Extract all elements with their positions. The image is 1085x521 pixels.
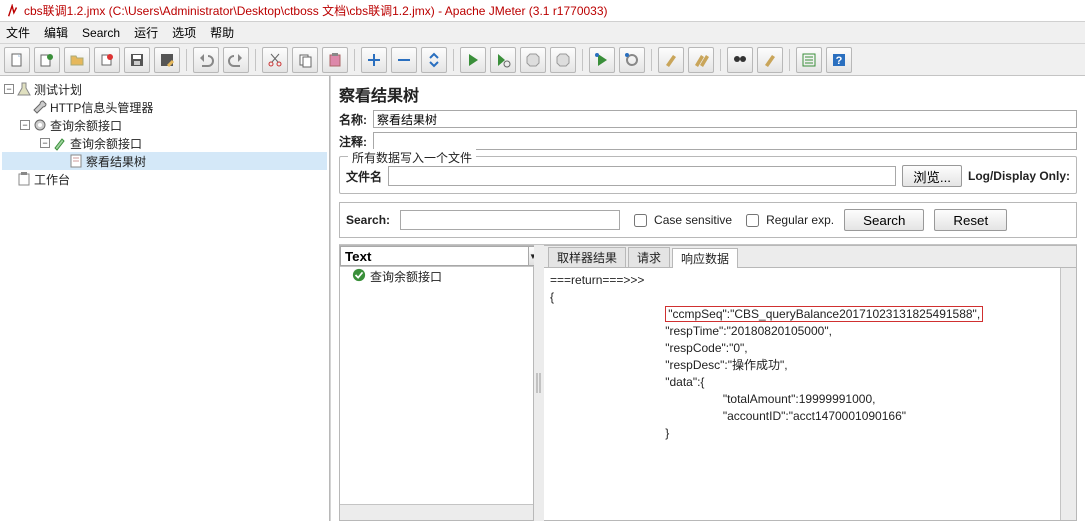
toggle-icon[interactable]: − <box>4 84 14 94</box>
renderer-combo[interactable]: ▼ <box>340 246 533 267</box>
clipboard-icon <box>16 171 32 187</box>
tree-label: 查询余额接口 <box>70 135 142 152</box>
menu-file[interactable]: 文件 <box>6 24 30 41</box>
comment-input[interactable] <box>373 132 1077 150</box>
tree-workbench[interactable]: 工作台 <box>2 170 327 188</box>
help-icon[interactable]: ? <box>826 47 852 73</box>
file-legend: 所有数据写入一个文件 <box>348 149 476 166</box>
clear-icon[interactable] <box>658 47 684 73</box>
paste-icon[interactable] <box>322 47 348 73</box>
regex-checkbox[interactable]: Regular exp. <box>742 211 834 230</box>
search-label: Search: <box>346 213 390 227</box>
tree-label: 查询余额接口 <box>50 117 122 134</box>
panel-title: 察看结果树 <box>331 76 1085 108</box>
search-bar: Search: Case sensitive Regular exp. Sear… <box>339 202 1077 238</box>
response-tabs: 取样器结果 请求 响应数据 <box>544 246 1076 268</box>
toggle-icon[interactable]: − <box>20 120 30 130</box>
svg-text:?: ? <box>836 55 843 67</box>
save-as-icon[interactable] <box>154 47 180 73</box>
stop-icon[interactable] <box>520 47 546 73</box>
logdisplay-label: Log/Display Only: <box>968 169 1070 183</box>
reset-search-icon[interactable] <box>757 47 783 73</box>
save-icon[interactable] <box>124 47 150 73</box>
tree-label: 工作台 <box>34 171 70 188</box>
close-icon[interactable] <box>94 47 120 73</box>
filename-label: 文件名 <box>346 168 382 185</box>
gear-icon <box>32 117 48 133</box>
tree-controller[interactable]: − 查询余额接口 <box>2 116 327 134</box>
menu-options[interactable]: 选项 <box>172 24 196 41</box>
redo-icon[interactable] <box>223 47 249 73</box>
browse-button[interactable]: 浏览... <box>902 165 962 187</box>
start-icon[interactable] <box>460 47 486 73</box>
shutdown-icon[interactable] <box>550 47 576 73</box>
app-icon <box>6 4 20 18</box>
tree-header-manager[interactable]: HTTP信息头管理器 <box>2 98 327 116</box>
tab-sampler-result[interactable]: 取样器结果 <box>548 247 626 267</box>
tree-label: 察看结果树 <box>86 153 146 170</box>
copy-icon[interactable] <box>292 47 318 73</box>
collapse-icon[interactable] <box>391 47 417 73</box>
result-label: 查询余额接口 <box>370 268 442 285</box>
templates-icon[interactable] <box>34 47 60 73</box>
response-body[interactable]: ===return===>>> { "ccmpSeq":"CBS_queryBa… <box>544 268 1060 520</box>
filename-input[interactable] <box>388 166 896 186</box>
split-handle[interactable] <box>534 245 544 521</box>
menubar: 文件 编辑 Search 运行 选项 帮助 <box>0 22 1085 44</box>
file-output-group: 所有数据写入一个文件 文件名 浏览... Log/Display Only: <box>339 156 1077 194</box>
name-input[interactable] <box>373 110 1077 128</box>
open-icon[interactable] <box>64 47 90 73</box>
name-label: 名称: <box>339 111 373 128</box>
search-button[interactable]: Search <box>844 209 924 231</box>
toggle-icon[interactable] <box>421 47 447 73</box>
case-sensitive-checkbox[interactable]: Case sensitive <box>630 211 732 230</box>
test-plan-tree[interactable]: − 测试计划 HTTP信息头管理器 − 查询余额接口 − 查询余额接口 察看结果… <box>0 76 330 521</box>
scrollbar-vertical[interactable] <box>1060 268 1076 520</box>
search-input[interactable] <box>400 210 620 230</box>
result-item[interactable]: 查询余额接口 <box>340 267 533 285</box>
window-title: cbs联调1.2.jmx (C:\Users\Administrator\Des… <box>24 2 608 19</box>
success-icon <box>352 268 366 285</box>
expand-icon[interactable] <box>361 47 387 73</box>
toolbar: ? <box>0 44 1085 76</box>
menu-help[interactable]: 帮助 <box>210 24 234 41</box>
pipette-icon <box>52 135 68 151</box>
search-tree-icon[interactable] <box>727 47 753 73</box>
menu-edit[interactable]: 编辑 <box>44 24 68 41</box>
comment-label: 注释: <box>339 133 373 150</box>
new-icon[interactable] <box>4 47 30 73</box>
tree-listener[interactable]: 察看结果树 <box>2 152 327 170</box>
case-label: Case sensitive <box>654 213 732 227</box>
tree-sampler[interactable]: − 查询余额接口 <box>2 134 327 152</box>
tree-label: HTTP信息头管理器 <box>50 99 153 116</box>
highlight-box: "ccmpSeq":"CBS_queryBalance2017102313182… <box>665 306 983 322</box>
page-icon <box>68 153 84 169</box>
undo-icon[interactable] <box>193 47 219 73</box>
scrollbar-horizontal[interactable] <box>340 504 533 520</box>
function-helper-icon[interactable] <box>796 47 822 73</box>
clear-all-icon[interactable] <box>688 47 714 73</box>
remote-stop-icon[interactable] <box>619 47 645 73</box>
tree-test-plan[interactable]: − 测试计划 <box>2 80 327 98</box>
tab-response-data[interactable]: 响应数据 <box>672 248 738 268</box>
remote-start-icon[interactable] <box>589 47 615 73</box>
menu-search[interactable]: Search <box>82 26 120 40</box>
beaker-icon <box>16 81 32 97</box>
tree-label: 测试计划 <box>34 81 82 98</box>
start-notimers-icon[interactable] <box>490 47 516 73</box>
toggle-icon[interactable]: − <box>40 138 50 148</box>
menu-run[interactable]: 运行 <box>134 24 158 41</box>
wrench-icon <box>32 99 48 115</box>
cut-icon[interactable] <box>262 47 288 73</box>
result-list[interactable]: 查询余额接口 <box>340 267 533 504</box>
renderer-value[interactable] <box>340 246 529 266</box>
tab-request[interactable]: 请求 <box>628 247 670 267</box>
regex-label: Regular exp. <box>766 213 834 227</box>
reset-button[interactable]: Reset <box>934 209 1007 231</box>
